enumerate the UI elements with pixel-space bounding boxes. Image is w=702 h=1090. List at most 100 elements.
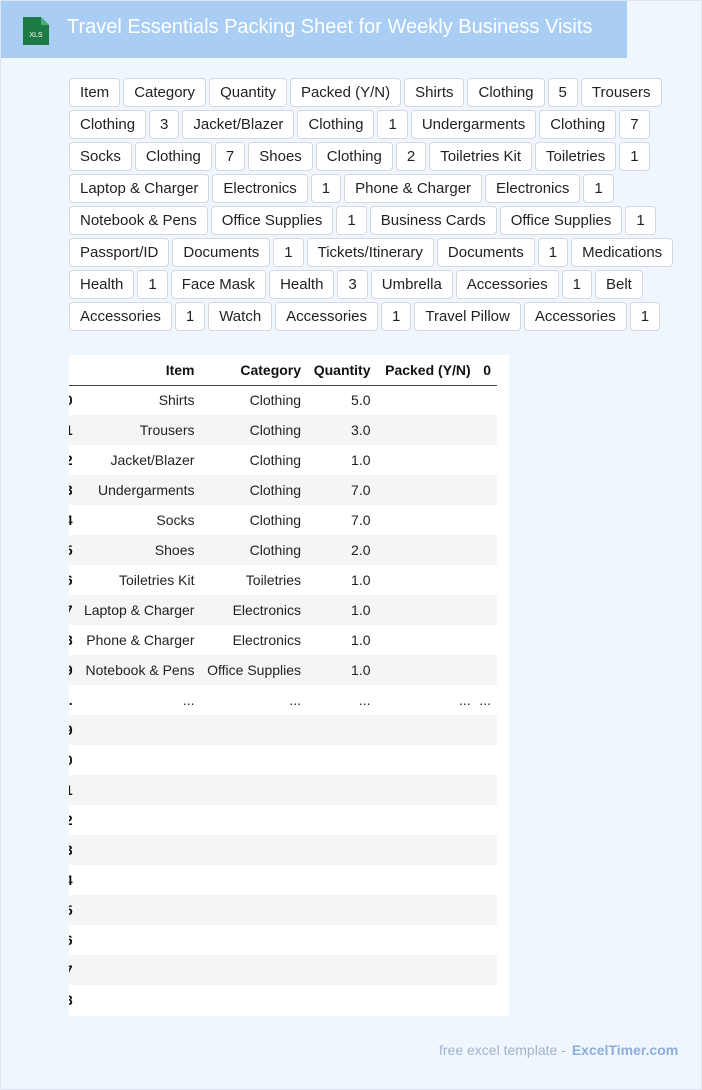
cell-zero[interactable] bbox=[476, 475, 497, 505]
cell-packed[interactable] bbox=[376, 835, 477, 865]
cell-quantity[interactable] bbox=[307, 895, 377, 925]
chip-cell[interactable]: Documents bbox=[172, 238, 271, 267]
cell-zero[interactable] bbox=[476, 835, 497, 865]
table-row[interactable]: 19 bbox=[69, 715, 497, 745]
chip-cell[interactable]: 1 bbox=[381, 302, 412, 331]
cell-item[interactable]: Toiletries Kit bbox=[74, 565, 201, 595]
cell-quantity[interactable] bbox=[307, 985, 377, 1015]
cell-zero[interactable] bbox=[476, 595, 497, 625]
header-item[interactable]: Item bbox=[74, 355, 201, 386]
cell-zero[interactable] bbox=[476, 715, 497, 745]
cell-zero[interactable] bbox=[476, 655, 497, 685]
cell-item[interactable]: Phone & Charger bbox=[74, 625, 201, 655]
chip-cell[interactable]: 7 bbox=[619, 110, 650, 139]
cell-item[interactable] bbox=[74, 715, 201, 745]
chip-cell[interactable]: Belt bbox=[594, 270, 643, 299]
cell-category[interactable]: Electronics bbox=[200, 625, 308, 655]
cell-item[interactable] bbox=[74, 805, 201, 835]
data-table-container[interactable]: Item Category Quantity Packed (Y/N) 0 0S… bbox=[69, 355, 509, 1016]
chip-cell[interactable]: Clothing bbox=[134, 142, 212, 171]
cell-category[interactable] bbox=[200, 895, 308, 925]
cell-zero[interactable] bbox=[476, 955, 497, 985]
chip-cell[interactable]: 7 bbox=[214, 142, 246, 171]
cell-item[interactable]: ... bbox=[74, 685, 201, 715]
cell-category[interactable]: Clothing bbox=[200, 385, 308, 415]
table-row[interactable]: 25 bbox=[69, 895, 497, 925]
chip-cell[interactable]: 1 bbox=[273, 238, 304, 267]
chip-cell[interactable]: Phone & Charger bbox=[344, 174, 483, 203]
cell-packed[interactable] bbox=[376, 595, 477, 625]
cell-category[interactable]: Clothing bbox=[200, 505, 308, 535]
chip-cell[interactable]: 1 bbox=[629, 302, 661, 331]
cell-quantity[interactable] bbox=[307, 775, 377, 805]
chip-cell[interactable]: Umbrella bbox=[370, 270, 453, 299]
chip-cell[interactable]: 3 bbox=[337, 270, 368, 299]
cell-quantity[interactable]: 1.0 bbox=[307, 565, 377, 595]
cell-category[interactable] bbox=[200, 805, 308, 835]
cell-quantity[interactable] bbox=[307, 835, 377, 865]
cell-quantity[interactable]: 1.0 bbox=[307, 445, 377, 475]
cell-item[interactable] bbox=[74, 835, 201, 865]
table-row[interactable]: .................. bbox=[69, 685, 497, 715]
cell-quantity[interactable]: 1.0 bbox=[307, 595, 377, 625]
cell-category[interactable] bbox=[200, 925, 308, 955]
cell-category[interactable] bbox=[200, 775, 308, 805]
chip-cell[interactable]: Toiletries bbox=[535, 142, 617, 171]
cell-item[interactable]: Laptop & Charger bbox=[74, 595, 201, 625]
chip-cell[interactable]: Passport/ID bbox=[69, 238, 170, 267]
chip-cell[interactable]: Accessories bbox=[523, 302, 627, 331]
cell-packed[interactable] bbox=[376, 745, 477, 775]
table-row[interactable]: 5ShoesClothing2.0 bbox=[69, 535, 497, 565]
chip-cell[interactable]: Medications bbox=[571, 238, 674, 267]
cell-zero[interactable] bbox=[476, 775, 497, 805]
cell-item[interactable]: Jacket/Blazer bbox=[74, 445, 201, 475]
table-row[interactable]: 28 bbox=[69, 985, 497, 1015]
chip-cell[interactable]: Health bbox=[269, 270, 335, 299]
cell-zero[interactable] bbox=[476, 865, 497, 895]
cell-packed[interactable] bbox=[376, 475, 477, 505]
chip-cell[interactable]: 1 bbox=[336, 206, 367, 235]
cell-item[interactable] bbox=[74, 895, 201, 925]
cell-zero[interactable] bbox=[476, 925, 497, 955]
table-row[interactable]: 4SocksClothing7.0 bbox=[69, 505, 497, 535]
chip-cell[interactable]: Toiletries Kit bbox=[429, 142, 533, 171]
cell-item[interactable] bbox=[74, 775, 201, 805]
cell-packed[interactable] bbox=[376, 445, 477, 475]
chip-cell[interactable]: Quantity bbox=[209, 78, 287, 107]
cell-quantity[interactable]: 2.0 bbox=[307, 535, 377, 565]
chip-cell[interactable]: 1 bbox=[377, 110, 408, 139]
cell-zero[interactable] bbox=[476, 415, 497, 445]
cell-quantity[interactable]: 1.0 bbox=[307, 625, 377, 655]
table-row[interactable]: 6Toiletries KitToiletries1.0 bbox=[69, 565, 497, 595]
table-row[interactable]: 20 bbox=[69, 745, 497, 775]
cell-item[interactable] bbox=[74, 955, 201, 985]
table-row[interactable]: 0ShirtsClothing5.0 bbox=[69, 385, 497, 415]
chip-cell[interactable]: Documents bbox=[436, 238, 535, 267]
table-row[interactable]: 1TrousersClothing3.0 bbox=[69, 415, 497, 445]
chip-cell[interactable]: Trousers bbox=[580, 78, 662, 107]
chip-cell[interactable]: 2 bbox=[395, 142, 427, 171]
table-row[interactable]: 26 bbox=[69, 925, 497, 955]
cell-item[interactable] bbox=[74, 985, 201, 1015]
cell-zero[interactable] bbox=[476, 805, 497, 835]
chip-cell[interactable]: Jacket/Blazer bbox=[182, 110, 295, 139]
cell-item[interactable]: Trousers bbox=[74, 415, 201, 445]
cell-quantity[interactable]: 7.0 bbox=[307, 505, 377, 535]
chip-cell[interactable]: 5 bbox=[547, 78, 578, 107]
chip-cell[interactable]: Accessories bbox=[275, 302, 379, 331]
chip-cell[interactable]: Clothing bbox=[297, 110, 375, 139]
chip-cell[interactable]: Health bbox=[69, 270, 135, 299]
cell-category[interactable] bbox=[200, 985, 308, 1015]
cell-item[interactable] bbox=[74, 925, 201, 955]
table-row[interactable]: 9Notebook & PensOffice Supplies1.0 bbox=[69, 655, 497, 685]
chip-cell[interactable]: 1 bbox=[625, 206, 656, 235]
header-quantity[interactable]: Quantity bbox=[307, 355, 377, 386]
chip-cell[interactable]: 1 bbox=[137, 270, 168, 299]
cell-zero[interactable] bbox=[476, 625, 497, 655]
table-row[interactable]: 23 bbox=[69, 835, 497, 865]
chip-cell[interactable]: Office Supplies bbox=[210, 206, 334, 235]
cell-packed[interactable] bbox=[376, 505, 477, 535]
chip-cell[interactable]: Tickets/Itinerary bbox=[306, 238, 434, 267]
cell-zero[interactable] bbox=[476, 385, 497, 415]
cell-zero[interactable] bbox=[476, 535, 497, 565]
